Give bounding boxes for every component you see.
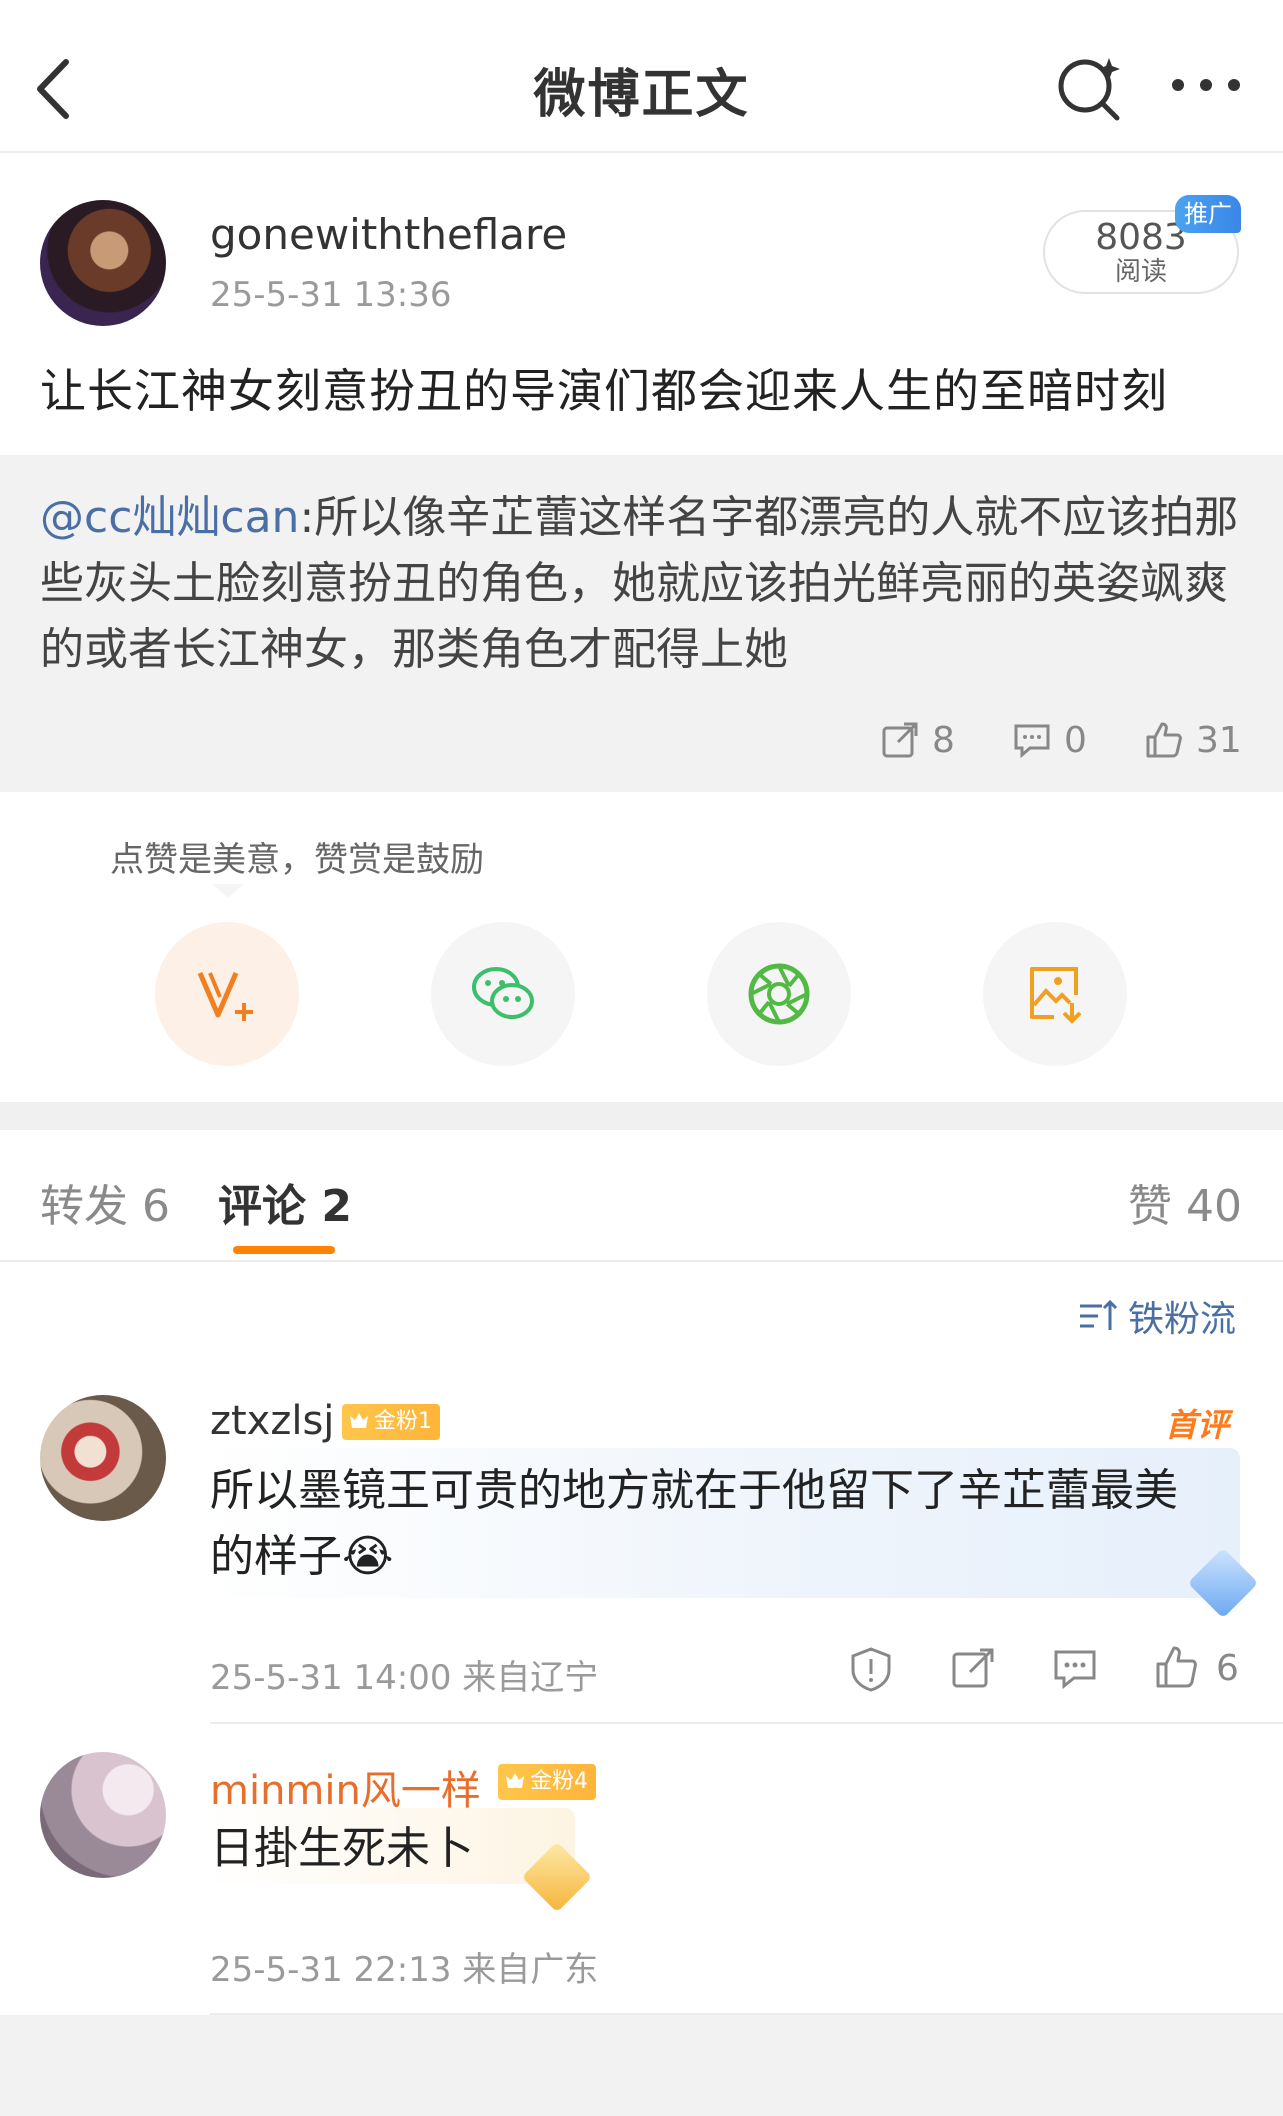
tab-likes[interactable]: 赞 40 <box>1128 1170 1242 1234</box>
share-wechat-button[interactable] <box>431 922 575 1066</box>
save-image-button[interactable] <box>983 922 1127 1066</box>
footer-area <box>0 2015 1283 2116</box>
comment-meta: 25-5-31 22:13 来自广东 <box>210 1950 599 1990</box>
reward-share-section: 点赞是美意，赞赏是鼓励 <box>0 792 1283 1102</box>
hint-pointer <box>212 884 244 898</box>
top-nav-bar: 微博正文 <box>0 0 1283 153</box>
quoted-repost-button[interactable]: 8 <box>880 715 955 765</box>
quoted-comment-button[interactable]: 0 <box>1012 715 1087 765</box>
section-divider <box>0 1102 1283 1130</box>
search-sparkle-icon[interactable] <box>1055 52 1125 122</box>
tab-repost[interactable]: 转发 6 <box>40 1170 170 1234</box>
repost-icon <box>882 722 918 758</box>
quoted-text: @cc灿灿can:所以像辛芷蕾这样名字都漂亮的人就不应该拍那些灰头土脸刻意扮丑的… <box>40 485 1250 683</box>
comment-text: 日掛生死未卜 <box>210 1823 474 1874</box>
sort-label: 铁粉流 <box>1128 1299 1237 1340</box>
author-username[interactable]: gonewiththeflare <box>210 210 567 259</box>
quoted-comment-count: 0 <box>1064 719 1087 761</box>
thumbs-up-icon <box>1146 722 1182 758</box>
comment-divider <box>210 1722 1283 1724</box>
comment-icon <box>1014 724 1050 759</box>
reward-hint: 点赞是美意，赞赏是鼓励 <box>110 840 484 880</box>
post-content: 让长江神女刻意扮丑的导演们都会迎来人生的至暗时刻 <box>40 364 1168 418</box>
thumbs-up-icon[interactable] <box>1154 1644 1200 1690</box>
sort-icon <box>1080 1299 1118 1330</box>
quoted-post[interactable]: @cc灿灿can:所以像辛芷蕾这样名字都漂亮的人就不应该拍那些灰头土脸刻意扮丑的… <box>0 455 1283 792</box>
weibo-post: gonewiththeflare 25-5-31 13:36 8083 阅读 推… <box>0 155 1283 455</box>
commenter-name[interactable]: ztxzlsj <box>210 1398 334 1444</box>
promote-tag[interactable]: 推广 <box>1175 195 1241 233</box>
fan-badge: 金粉1 <box>342 1404 440 1440</box>
quoted-mention[interactable]: @cc灿灿can <box>40 492 299 543</box>
quoted-like-count: 31 <box>1196 719 1242 761</box>
author-avatar[interactable] <box>40 200 166 326</box>
repost-icon[interactable] <box>950 1646 996 1692</box>
quoted-like-button[interactable]: 31 <box>1144 715 1242 765</box>
fan-crown-icon <box>350 1413 368 1428</box>
wechat-icon <box>472 967 534 1019</box>
first-comment-tag: 首评 <box>1165 1406 1230 1444</box>
save-image-icon <box>1030 967 1082 1024</box>
active-tab-indicator <box>233 1246 335 1254</box>
moments-aperture-icon <box>748 963 810 1025</box>
commenter-avatar[interactable] <box>40 1395 166 1521</box>
post-time: 25-5-31 13:36 <box>210 275 452 315</box>
reward-v-plus-icon <box>197 972 253 1021</box>
fan-badge-label: 金粉1 <box>374 1409 432 1434</box>
comment-meta: 25-5-31 14:00 来自辽宁 <box>210 1658 599 1698</box>
commenter-avatar[interactable] <box>40 1752 166 1878</box>
sort-selector[interactable]: 铁粉流 <box>1078 1290 1236 1342</box>
comment-like-count: 6 <box>1216 1648 1239 1689</box>
interaction-tabs: 转发 6 评论 2 赞 40 <box>0 1130 1283 1262</box>
more-options-icon[interactable] <box>1170 70 1242 100</box>
report-icon[interactable] <box>848 1646 894 1692</box>
fan-badge-label: 金粉4 <box>530 1769 588 1794</box>
read-label: 阅读 <box>1114 257 1167 287</box>
fan-crown-icon <box>506 1773 524 1788</box>
comment-text: 所以墨镜王可贵的地方就在于他留下了辛芷蕾最美的样子😭 <box>210 1465 1178 1582</box>
quoted-repost-count: 8 <box>932 719 955 761</box>
reply-icon[interactable] <box>1052 1646 1098 1692</box>
share-moments-button[interactable] <box>707 922 851 1066</box>
tab-comment[interactable]: 评论 2 <box>218 1170 352 1234</box>
reward-button[interactable] <box>155 922 299 1066</box>
fan-badge: 金粉4 <box>498 1764 596 1800</box>
